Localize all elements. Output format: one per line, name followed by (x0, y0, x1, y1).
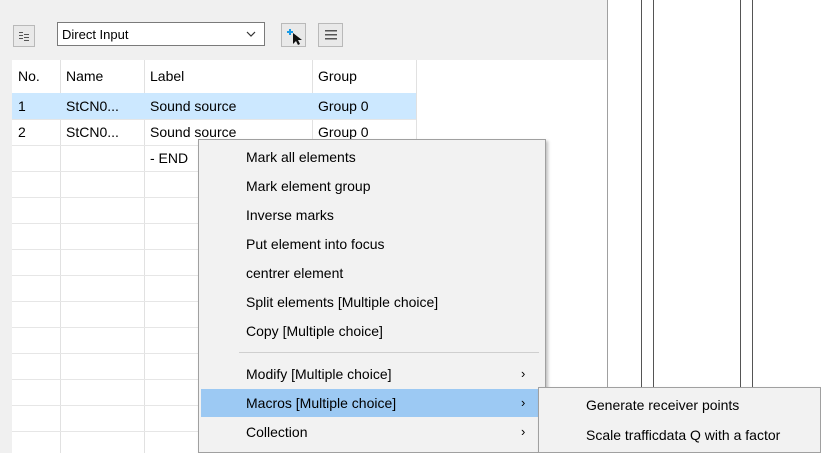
menu-item-put-element-into-focus[interactable]: Put element into focus (201, 230, 543, 258)
panel-divider (641, 0, 642, 453)
cell-no (12, 145, 60, 171)
menu-item-label: Macros [Multiple choice] (246, 395, 397, 411)
menu-item-label: centrer element (246, 265, 344, 281)
menu-item-modify[interactable]: Modify [Multiple choice] › (201, 360, 543, 388)
menu-item-copy[interactable]: Copy [Multiple choice] (201, 317, 543, 345)
cell-name: StCN0... (66, 124, 119, 140)
column-header-name[interactable]: Name (60, 60, 144, 93)
menu-item-collection[interactable]: Collection › (201, 418, 543, 446)
add-element-button[interactable] (281, 23, 306, 47)
menu-item-label: Put element into focus (246, 236, 385, 252)
menu-item-centrer-element[interactable]: centrer element (201, 259, 543, 287)
hamburger-icon (325, 30, 337, 40)
chevron-right-icon: › (521, 424, 526, 439)
menu-item-label: Mark element group (246, 178, 371, 194)
side-panel (607, 0, 821, 453)
menu-item-macros[interactable]: Macros [Multiple choice] › (201, 389, 543, 417)
list-view-button[interactable] (13, 25, 35, 47)
menu-item-label: Inverse marks (246, 207, 334, 223)
chevron-right-icon: › (521, 395, 526, 410)
chevron-down-icon (246, 31, 256, 37)
menu-button[interactable] (318, 23, 343, 47)
macros-submenu: Generate receiver points Scale trafficda… (538, 387, 821, 453)
cell-group: Group 0 (318, 98, 369, 114)
chevron-right-icon: › (521, 366, 526, 381)
context-menu: Mark all elements Mark element group Inv… (198, 139, 546, 453)
cell-name: StCN0... (66, 98, 119, 114)
submenu-item-label: Generate receiver points (586, 397, 740, 413)
menu-item-label: Mark all elements (246, 149, 356, 165)
menu-item-label: Copy [Multiple choice] (246, 323, 383, 339)
source-select-value: Direct Input (62, 27, 129, 42)
submenu-item-generate-receiver-points[interactable]: Generate receiver points (541, 391, 820, 419)
menu-item-mark-all-elements[interactable]: Mark all elements (201, 143, 543, 171)
menu-separator (239, 352, 539, 353)
menu-item-mark-element-group[interactable]: Mark element group (201, 172, 543, 200)
cell-label: Sound source (150, 98, 237, 114)
panel-divider (740, 0, 741, 453)
cell-no: 1 (18, 98, 26, 114)
submenu-item-scale-trafficdata[interactable]: Scale trafficdata Q with a factor (541, 421, 820, 449)
panel-divider (607, 0, 608, 453)
column-header-label[interactable]: Label (144, 60, 312, 93)
menu-item-split-elements[interactable]: Split elements [Multiple choice] (201, 288, 543, 316)
column-header-group[interactable]: Group (312, 60, 416, 93)
panel-divider (653, 0, 654, 453)
column-header-no[interactable]: No. (12, 60, 60, 93)
menu-item-label: Split elements [Multiple choice] (246, 294, 439, 310)
list-view-icon (19, 32, 29, 41)
cell-name (60, 145, 144, 171)
menu-item-label: Modify [Multiple choice] (246, 366, 392, 382)
table-row[interactable]: 1 StCN0... Sound source Group 0 (12, 93, 609, 119)
panel-divider (752, 0, 753, 453)
menu-item-label: Collection (246, 424, 308, 440)
table-header: No. Name Label Group (12, 60, 609, 93)
add-pointer-icon (287, 29, 302, 45)
source-select[interactable]: Direct Input (57, 22, 265, 46)
submenu-item-label: Scale trafficdata Q with a factor (586, 427, 781, 443)
menu-item-inverse-marks[interactable]: Inverse marks (201, 201, 543, 229)
cell-no: 2 (18, 124, 26, 140)
